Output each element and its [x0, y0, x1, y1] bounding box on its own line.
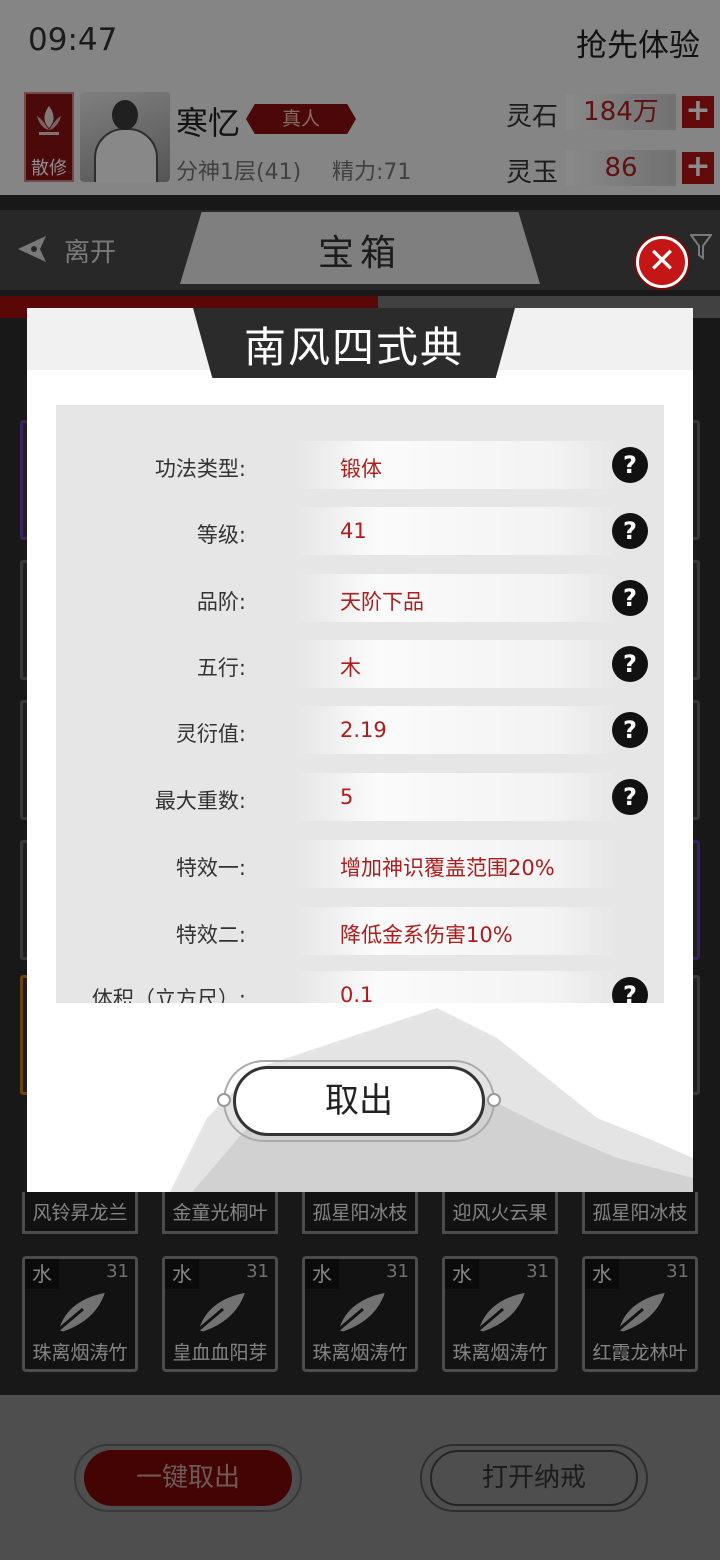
attribute-label: 品阶:	[196, 590, 246, 614]
attribute-value: 41	[340, 519, 367, 543]
attribute-label: 体积（立方尺）:	[91, 987, 246, 1003]
attribute-value: 2.19	[340, 718, 387, 742]
attribute-value: 天阶下品	[340, 590, 424, 614]
attribute-value: 木	[340, 656, 361, 680]
attribute-row: 等级: 41 ?	[56, 499, 664, 565]
attribute-label: 特效二:	[175, 923, 246, 947]
attribute-row: 品阶: 天阶下品 ?	[56, 566, 664, 632]
attribute-label: 五行:	[196, 656, 246, 680]
close-icon[interactable]: ✕	[636, 236, 688, 288]
help-icon[interactable]: ?	[612, 977, 648, 1003]
attribute-value: 0.1	[340, 983, 374, 1003]
help-icon[interactable]: ?	[612, 447, 648, 483]
dialog-title: 南风四式典	[243, 323, 464, 372]
attribute-label: 灵衍值:	[175, 722, 246, 746]
help-icon[interactable]: ?	[612, 513, 648, 549]
attribute-row: 最大重数: 5 ?	[56, 765, 664, 831]
help-icon[interactable]: ?	[612, 580, 648, 616]
attribute-label: 功法类型:	[154, 457, 246, 481]
attribute-row: 灵衍值: 2.19 ?	[56, 698, 664, 764]
attribute-value: 降低金系伤害10%	[340, 923, 513, 947]
attribute-row: 体积（立方尺）: 0.1 ?	[56, 963, 664, 1003]
frame-dot	[217, 1093, 231, 1107]
attribute-value: 锻体	[340, 457, 382, 481]
attribute-row: 五行: 木 ?	[56, 632, 664, 698]
attribute-row: 功法类型: 锻体 ?	[56, 433, 664, 499]
help-icon[interactable]: ?	[612, 779, 648, 815]
attribute-list[interactable]: 功法类型: 锻体 ? 等级: 41 ? 品阶: 天阶下品 ? 五行: 木 ? 灵…	[56, 405, 664, 1003]
attribute-row: 特效二: 降低金系伤害10%	[56, 899, 664, 965]
take-out-button[interactable]: 取出	[233, 1066, 485, 1136]
attribute-value: 增加神识覆盖范围20%	[340, 856, 555, 880]
help-icon[interactable]: ?	[612, 712, 648, 748]
attribute-label: 等级:	[196, 523, 246, 547]
attribute-row: 特效一: 增加神识覆盖范围20%	[56, 832, 664, 898]
frame-dot	[487, 1093, 501, 1107]
attribute-label: 特效一:	[175, 856, 246, 880]
help-icon[interactable]: ?	[612, 646, 648, 682]
attribute-value: 5	[340, 785, 354, 809]
attribute-label: 最大重数:	[154, 789, 246, 813]
item-detail-dialog: 南风四式典 功法类型: 锻体 ? 等级: 41 ? 品阶: 天阶下品 ? 五行:…	[27, 308, 693, 1192]
